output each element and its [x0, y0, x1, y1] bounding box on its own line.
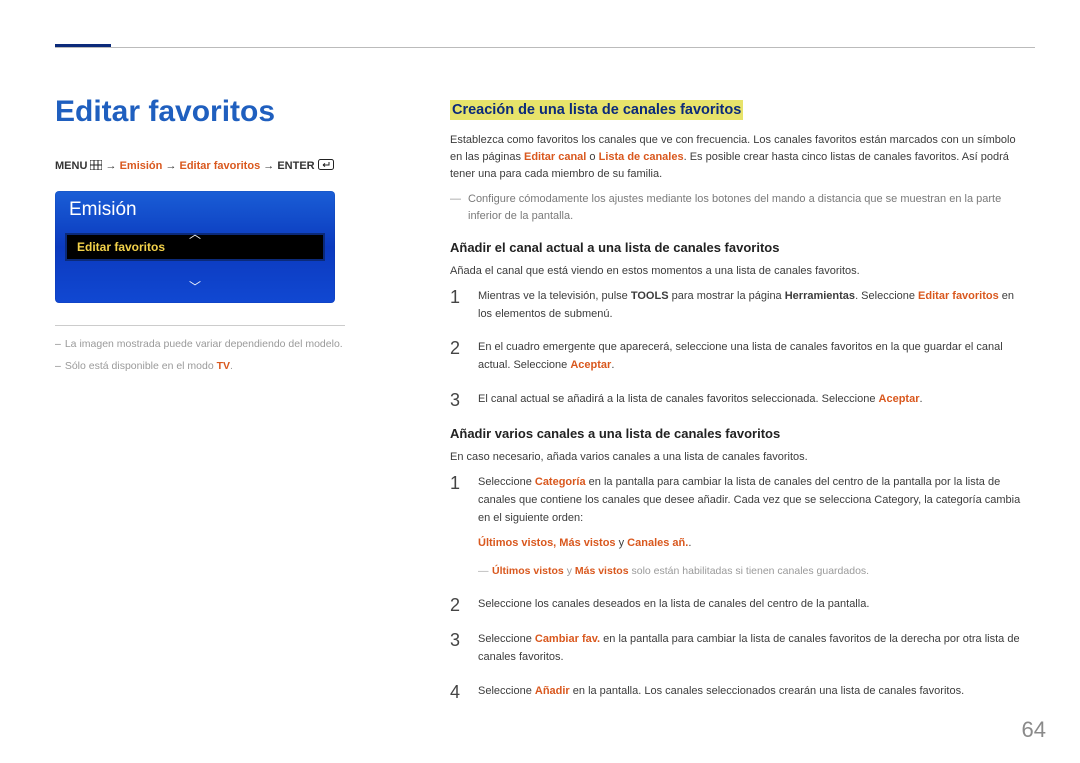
sub2-lead: En caso necesario, añada varios canales …: [450, 449, 1025, 466]
sub1-lead: Añada el canal que está viendo en estos …: [450, 263, 1025, 280]
step-number: 4: [450, 683, 464, 703]
chevron-down-icon[interactable]: ﹀: [189, 278, 201, 295]
step-number: 2: [450, 339, 464, 374]
step-number: 1: [450, 288, 464, 323]
step-number: 3: [450, 391, 464, 411]
tv-menu-panel: Emisión ︿ Editar favoritos ﹀: [55, 191, 335, 303]
menu-grid-icon: [90, 160, 102, 173]
arrow-sep: →: [263, 160, 274, 172]
breadcrumb-menu-label: MENU: [55, 160, 87, 172]
step-number: 3: [450, 631, 464, 666]
steps-add-current: 1 Mientras ve la televisión, pulse TOOLS…: [450, 288, 1025, 410]
step-item: 2 Seleccione los canales deseados en la …: [450, 596, 1025, 616]
step-item: 1 Seleccione Categoría en la pantalla pa…: [450, 474, 1025, 579]
steps-add-multiple: 1 Seleccione Categoría en la pantalla pa…: [450, 474, 1025, 702]
footnote-model-vary: –La imagen mostrada puede variar dependi…: [55, 338, 385, 350]
breadcrumb-editar-favoritos: Editar favoritos: [180, 160, 261, 172]
page-title: Editar favoritos: [55, 95, 385, 129]
step-item: 1 Mientras ve la televisión, pulse TOOLS…: [450, 288, 1025, 323]
category-note: Últimos vistos y Más vistos solo están h…: [478, 563, 1025, 580]
step-item: 3 Seleccione Cambiar fav. en la pantalla…: [450, 631, 1025, 666]
breadcrumb: MENU → Emisión → Editar favoritos → ENTE…: [55, 159, 385, 173]
step-number: 2: [450, 596, 464, 616]
arrow-sep: →: [106, 160, 117, 172]
right-column: Creación de una lista de canales favorit…: [450, 100, 1025, 718]
step-number: 1: [450, 474, 464, 579]
step-item: 4 Seleccione Añadir en la pantalla. Los …: [450, 683, 1025, 703]
step-item: 3 El canal actual se añadirá a la lista …: [450, 391, 1025, 411]
left-separator: [55, 325, 345, 326]
intro-paragraph: Establezca como favoritos los canales qu…: [450, 132, 1025, 183]
header-rule: [55, 47, 1035, 48]
chevron-up-icon[interactable]: ︿: [189, 225, 201, 242]
section-heading: Creación de una lista de canales favorit…: [450, 100, 743, 120]
footnote-tv-only: –Sólo está disponible en el modo TV.: [55, 360, 385, 372]
subheading-add-multiple: Añadir varios canales a una lista de can…: [450, 426, 1025, 441]
subheading-add-current: Añadir el canal actual a una lista de ca…: [450, 240, 1025, 255]
tip-remote-buttons: Configure cómodamente los ajustes median…: [450, 191, 1025, 224]
step-item: 2 En el cuadro emergente que aparecerá, …: [450, 339, 1025, 374]
page-number: 64: [1022, 717, 1046, 743]
breadcrumb-emision: Emisión: [120, 160, 163, 172]
arrow-sep: →: [165, 160, 176, 172]
left-column: Editar favoritos MENU → Emisión → Editar…: [55, 95, 385, 382]
enter-key-icon: [318, 159, 334, 173]
breadcrumb-enter-label: ENTER: [277, 160, 314, 172]
tv-menu-header: Emisión: [55, 191, 335, 227]
